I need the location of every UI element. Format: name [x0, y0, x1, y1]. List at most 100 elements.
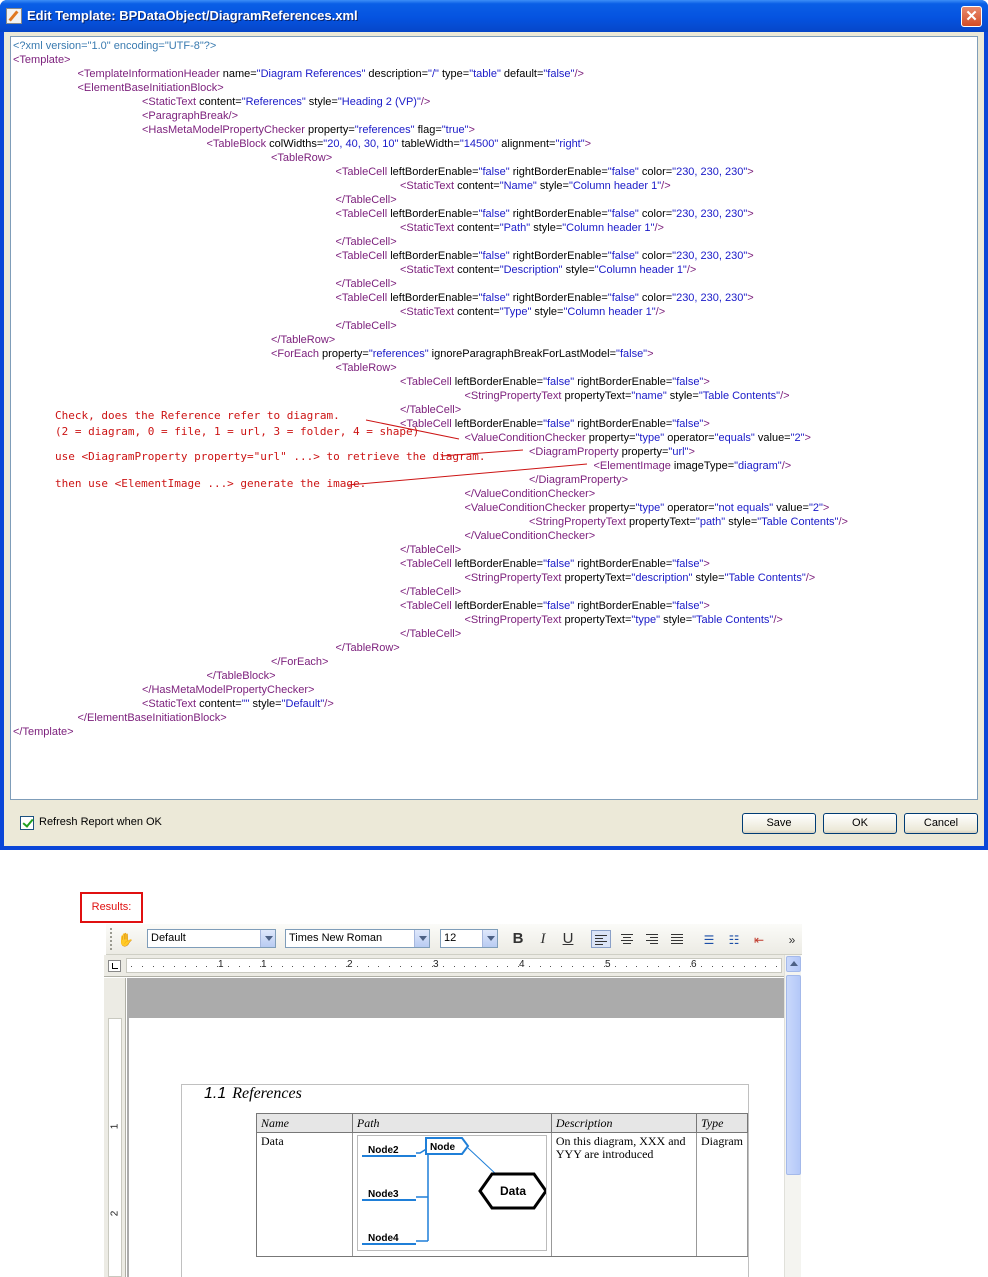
scroll-thumb[interactable]: [786, 975, 801, 1175]
ruler-scale[interactable]: 1 1 2 3 4 5 6: [126, 958, 782, 973]
close-button[interactable]: ✕: [961, 6, 982, 27]
ruler-tick: [765, 966, 766, 967]
diagram-connector: [415, 1147, 429, 1242]
chevron-down-icon[interactable]: [482, 930, 497, 947]
align-right-button[interactable]: [642, 930, 662, 948]
font-name-select[interactable]: Times New Roman: [285, 929, 430, 948]
heading-number: 1.1: [204, 1085, 227, 1102]
ruler-tick: [636, 966, 637, 967]
ruler-tick: [292, 966, 293, 967]
cell-description: On this diagram, XXX and YYY are introdu…: [550, 1132, 698, 1257]
bold-button[interactable]: B: [508, 929, 528, 949]
numbering-icon[interactable]: ☰: [700, 931, 718, 949]
ruler-tick: [217, 966, 218, 967]
xml-editor[interactable]: <?xml version="1.0" encoding="UTF-8"?> <T…: [10, 36, 978, 800]
font-name-value: Times New Roman: [289, 932, 383, 944]
ruler-tick: [722, 966, 723, 967]
decrease-indent-icon[interactable]: ⇤: [750, 931, 768, 949]
ruler-tick: [131, 966, 132, 967]
tab-stop-selector[interactable]: [108, 960, 121, 972]
ruler-tick: [325, 966, 326, 967]
ruler-tick: [475, 966, 476, 967]
annotation-check: Check, does the Reference refer to diagr…: [55, 409, 340, 422]
table-header-row: Name Path Description Type: [256, 1113, 748, 1133]
edit-template-dialog: Edit Template: BPDataObject/DiagramRefer…: [0, 0, 988, 850]
header-path: Path: [351, 1113, 552, 1133]
diagram-data-label: Data: [500, 1184, 526, 1198]
ruler-tick: [776, 966, 777, 967]
ruler-tick: [572, 966, 573, 967]
vertical-ruler-scale[interactable]: 12: [108, 1018, 122, 1277]
content-frame: 1.1 References Name Path Description Type…: [181, 1084, 749, 1277]
heading-text: References: [232, 1085, 302, 1102]
align-left-button[interactable]: [591, 930, 611, 948]
ruler-tick: [314, 966, 315, 967]
ruler-tick: [690, 966, 691, 967]
underline-button[interactable]: U: [558, 929, 578, 949]
ruler-tick: [550, 966, 551, 967]
ruler-tick: [604, 966, 605, 967]
ruler-tick: [368, 966, 369, 967]
ruler-tick: [626, 966, 627, 967]
vruler-number: 2: [109, 1210, 121, 1217]
refresh-report-label[interactable]: Refresh Report when OK: [39, 816, 162, 828]
ruler-number: 5: [605, 959, 611, 970]
results-label: Results:: [80, 892, 143, 923]
refresh-report-checkbox[interactable]: [20, 816, 34, 830]
cell-name: Data: [256, 1132, 353, 1257]
ruler-tick: [540, 966, 541, 967]
document-page[interactable]: 1.1 References Name Path Description Type…: [129, 1018, 784, 1277]
ruler-tick: [443, 966, 444, 967]
paragraph-style-value: Default: [151, 932, 186, 944]
dialog-body: <?xml version="1.0" encoding="UTF-8"?> <T…: [4, 32, 984, 846]
ok-button[interactable]: OK: [823, 813, 897, 834]
diagram-center-label: Node: [430, 1142, 455, 1153]
ruler-tick: [142, 966, 143, 967]
ruler-tick: [733, 966, 734, 967]
font-size-value: 12: [444, 932, 457, 944]
ruler-tick: [249, 966, 250, 967]
scroll-up-button[interactable]: [786, 956, 801, 972]
styles-formatting-icon[interactable]: ✋: [117, 931, 135, 949]
ruler-tick: [282, 966, 283, 967]
paragraph-style-select[interactable]: Default: [147, 929, 276, 948]
ruler-tick: [389, 966, 390, 967]
cancel-button[interactable]: Cancel: [904, 813, 978, 834]
ruler-tick: [163, 966, 164, 967]
header-type: Type: [696, 1113, 748, 1133]
ruler-number: 6: [691, 959, 697, 970]
diagram-node-label: Node3: [368, 1189, 399, 1200]
italic-button[interactable]: I: [533, 929, 553, 949]
ruler-tick: [378, 966, 379, 967]
bullets-icon[interactable]: ☷: [725, 931, 743, 949]
align-center-button[interactable]: [617, 930, 637, 948]
ruler-tick: [712, 966, 713, 967]
ruler-number: 1: [218, 959, 224, 970]
toolbar-overflow-icon[interactable]: »: [786, 931, 798, 949]
ruler-tick: [755, 966, 756, 967]
annotation-legend: (2 = diagram, 0 = file, 1 = url, 3 = fol…: [55, 425, 420, 438]
ruler-tick: [647, 966, 648, 967]
chevron-down-icon[interactable]: [414, 930, 429, 947]
justify-button[interactable]: [667, 930, 687, 948]
ruler-number: 4: [519, 959, 525, 970]
chevron-down-icon[interactable]: [260, 930, 275, 947]
vertical-scrollbar[interactable]: [784, 955, 801, 1277]
ruler-tick: [615, 966, 616, 967]
ruler-number: 1: [261, 959, 267, 970]
ruler-tick: [507, 966, 508, 967]
save-button[interactable]: Save: [742, 813, 816, 834]
vruler-number: 1: [109, 1123, 121, 1130]
ruler-number: 3: [433, 959, 439, 970]
ruler-tick: [518, 966, 519, 967]
ruler-tick: [486, 966, 487, 967]
annotation-generate: then use <ElementImage ...> generate the…: [55, 477, 367, 490]
font-size-select[interactable]: 12: [440, 929, 498, 948]
diagram-image: Node2 Node3 Node4 Node Data: [356, 1135, 547, 1251]
formatting-toolbar: ✋ Default Times New Roman 12 B I U ☰ ☷ ⇤…: [106, 924, 802, 955]
title-bar[interactable]: Edit Template: BPDataObject/DiagramRefer…: [0, 0, 988, 32]
toolbar-grip[interactable]: [110, 928, 112, 950]
ruler-tick: [421, 966, 422, 967]
ruler-tick: [357, 966, 358, 967]
cell-path: Node2 Node3 Node4 Node Data: [351, 1132, 552, 1257]
